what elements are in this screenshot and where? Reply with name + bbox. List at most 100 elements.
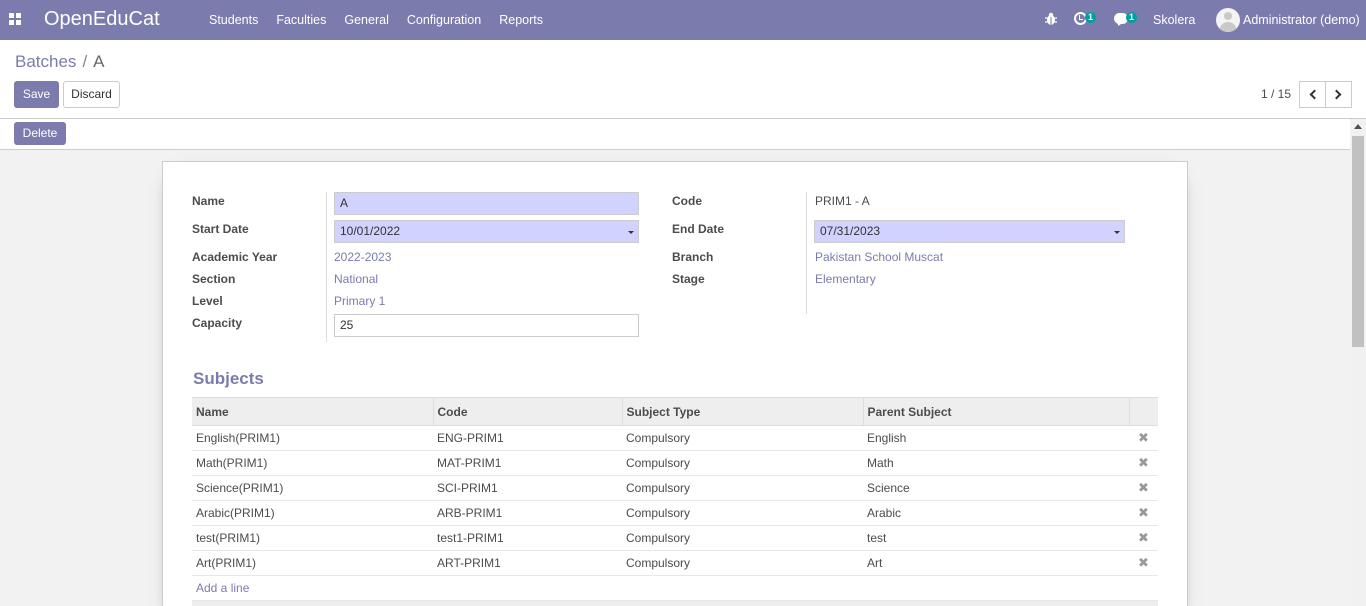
subject-name-cell[interactable]: Art(PRIM1) bbox=[192, 550, 433, 576]
pager-value[interactable]: 1 / 15 bbox=[1261, 87, 1291, 101]
chevron-right-icon bbox=[1331, 89, 1342, 100]
menu-faculties[interactable]: Faculties bbox=[267, 0, 335, 40]
delete-row-icon[interactable]: ✖ bbox=[1138, 555, 1149, 570]
end-date-input[interactable]: 07/31/2023 bbox=[814, 220, 1125, 243]
code-value: PRIM1 - A bbox=[815, 194, 870, 208]
subject-name-cell[interactable]: English(PRIM1) bbox=[192, 425, 433, 451]
table-header-row: Name Code Subject Type Parent Subject bbox=[192, 397, 1158, 426]
bug-icon[interactable] bbox=[1045, 12, 1057, 26]
table-row[interactable]: Art(PRIM1) ART-PRIM1 Compulsory Art ✖ bbox=[192, 550, 1158, 576]
branch-label: Branch bbox=[672, 250, 714, 264]
parent-subject-cell[interactable]: Math bbox=[863, 450, 1129, 476]
parent-subject-cell[interactable]: Arabic bbox=[863, 500, 1129, 526]
stage-link[interactable]: Elementary bbox=[815, 272, 876, 286]
end-date-label: End Date bbox=[672, 222, 725, 236]
subject-type-cell[interactable]: Compulsory bbox=[622, 475, 863, 501]
table-row[interactable]: Science(PRIM1) SCI-PRIM1 Compulsory Scie… bbox=[192, 475, 1158, 501]
branch-link[interactable]: Pakistan School Muscat bbox=[815, 250, 943, 264]
subject-name-cell[interactable]: Math(PRIM1) bbox=[192, 450, 433, 476]
breadcrumb-separator: / bbox=[82, 52, 88, 71]
pager-previous-button[interactable] bbox=[1299, 81, 1326, 108]
capacity-label: Capacity bbox=[192, 316, 243, 330]
subject-code-cell[interactable]: SCI-PRIM1 bbox=[433, 475, 622, 501]
subject-code-cell[interactable]: ENG-PRIM1 bbox=[433, 425, 622, 451]
academic-year-link[interactable]: 2022-2023 bbox=[334, 250, 391, 264]
add-line-cell: Add a line bbox=[192, 575, 1158, 601]
chevron-left-icon bbox=[1309, 89, 1320, 100]
column-header-parent-subject[interactable]: Parent Subject bbox=[862, 397, 1129, 426]
code-label: Code bbox=[672, 194, 702, 208]
subject-type-cell[interactable]: Compulsory bbox=[622, 525, 863, 551]
subject-code-cell[interactable]: ARB-PRIM1 bbox=[433, 500, 622, 526]
scroll-up-arrow-icon[interactable] bbox=[1354, 124, 1362, 129]
delete-row-icon[interactable]: ✖ bbox=[1138, 430, 1149, 445]
subject-code-cell[interactable]: test1-PRIM1 bbox=[433, 525, 622, 551]
user-avatar[interactable] bbox=[1216, 8, 1240, 32]
discard-button[interactable]: Discard bbox=[63, 81, 120, 108]
parent-subject-cell[interactable]: Art bbox=[863, 550, 1129, 576]
menu-general[interactable]: General bbox=[335, 0, 397, 40]
subject-type-cell[interactable]: Compulsory bbox=[622, 500, 863, 526]
user-menu[interactable]: Administrator (demo) bbox=[1243, 13, 1360, 27]
menu-configuration[interactable]: Configuration bbox=[398, 0, 490, 40]
label-divider bbox=[326, 192, 327, 342]
name-input[interactable]: A bbox=[334, 192, 639, 215]
delete-row-icon[interactable]: ✖ bbox=[1138, 455, 1149, 470]
capacity-input[interactable]: 25 bbox=[334, 314, 639, 337]
delete-row-cell: ✖ bbox=[1129, 475, 1158, 501]
start-date-input[interactable]: 10/01/2022 bbox=[334, 220, 639, 243]
company-switcher[interactable]: Skolera bbox=[1153, 13, 1195, 27]
breadcrumb: Batches / A bbox=[15, 52, 105, 72]
section-label: Section bbox=[192, 272, 236, 286]
subject-code-cell[interactable]: ART-PRIM1 bbox=[433, 550, 622, 576]
parent-subject-cell[interactable]: Science bbox=[863, 475, 1129, 501]
delete-row-icon[interactable]: ✖ bbox=[1138, 530, 1149, 545]
section-link[interactable]: National bbox=[334, 272, 378, 286]
subject-code-cell[interactable]: MAT-PRIM1 bbox=[433, 450, 622, 476]
table-row[interactable]: English(PRIM1) ENG-PRIM1 Compulsory Engl… bbox=[192, 425, 1158, 451]
apps-menu-icon[interactable] bbox=[9, 13, 21, 25]
academic-year-label: Academic Year bbox=[192, 250, 278, 264]
menu-reports[interactable]: Reports bbox=[490, 0, 552, 40]
form-sheet: Name A Start Date 10/01/2022 Academic Ye… bbox=[162, 161, 1188, 606]
subject-type-cell[interactable]: Compulsory bbox=[622, 550, 863, 576]
table-row[interactable]: Math(PRIM1) MAT-PRIM1 Compulsory Math ✖ bbox=[192, 450, 1158, 476]
level-link[interactable]: Primary 1 bbox=[334, 294, 385, 308]
subject-type-cell[interactable]: Compulsory bbox=[622, 425, 863, 451]
column-header-code[interactable]: Code bbox=[432, 397, 622, 426]
parent-subject-cell[interactable]: English bbox=[863, 425, 1129, 451]
table-row[interactable]: test(PRIM1) test1-PRIM1 Compulsory test … bbox=[192, 525, 1158, 551]
add-line-row: Add a line bbox=[192, 575, 1158, 601]
parent-subject-cell[interactable]: test bbox=[863, 525, 1129, 551]
stage-label: Stage bbox=[672, 272, 705, 286]
subject-type-cell[interactable]: Compulsory bbox=[622, 450, 863, 476]
subject-name-cell[interactable]: Science(PRIM1) bbox=[192, 475, 433, 501]
column-header-name[interactable]: Name bbox=[192, 397, 433, 426]
subject-name-cell[interactable]: Arabic(PRIM1) bbox=[192, 500, 433, 526]
delete-row-icon[interactable]: ✖ bbox=[1138, 505, 1149, 520]
subjects-table: Name Code Subject Type Parent Subject En… bbox=[192, 397, 1158, 606]
brand-title[interactable]: OpenEduCat bbox=[44, 8, 160, 31]
table-footer-row bbox=[192, 600, 1158, 606]
menu-students[interactable]: Students bbox=[200, 0, 267, 40]
start-date-value: 10/01/2022 bbox=[340, 224, 401, 238]
delete-button[interactable]: Delete bbox=[14, 122, 66, 145]
subjects-section-title: Subjects bbox=[193, 369, 264, 388]
vertical-scrollbar[interactable] bbox=[1350, 119, 1366, 606]
name-label: Name bbox=[192, 194, 225, 208]
delete-row-icon[interactable]: ✖ bbox=[1138, 480, 1149, 495]
table-footer-cell bbox=[192, 600, 1158, 606]
scrollbar-thumb[interactable] bbox=[1352, 136, 1364, 347]
delete-row-cell: ✖ bbox=[1129, 550, 1158, 576]
save-button[interactable]: Save bbox=[14, 81, 59, 108]
subject-name-cell[interactable]: test(PRIM1) bbox=[192, 525, 433, 551]
breadcrumb-batches-link[interactable]: Batches bbox=[15, 52, 76, 71]
breadcrumb-current: A bbox=[93, 52, 105, 71]
pager-next-button[interactable] bbox=[1325, 81, 1352, 108]
delete-row-cell: ✖ bbox=[1129, 525, 1158, 551]
start-date-label: Start Date bbox=[192, 222, 249, 236]
add-line-link[interactable]: Add a line bbox=[196, 581, 249, 595]
table-row[interactable]: Arabic(PRIM1) ARB-PRIM1 Compulsory Arabi… bbox=[192, 500, 1158, 526]
delete-row-cell: ✖ bbox=[1129, 500, 1158, 526]
column-header-subject-type[interactable]: Subject Type bbox=[621, 397, 863, 426]
